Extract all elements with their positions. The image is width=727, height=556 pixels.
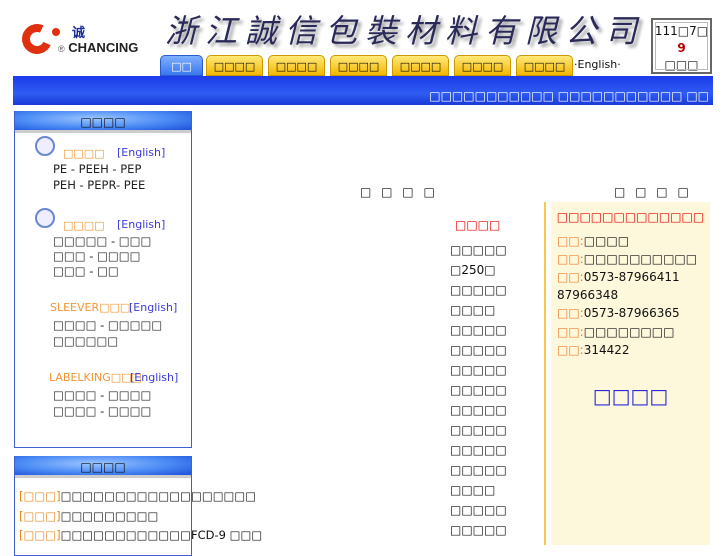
- center-list-item: □□□□□: [450, 363, 507, 377]
- contact-row: □□:0573-87966365: [557, 306, 680, 320]
- contact-row: □□:314422: [557, 343, 630, 357]
- contact-value: 0573-87966411: [583, 270, 680, 284]
- center-list-item: □□□□□: [450, 403, 507, 417]
- product-icon: [35, 208, 55, 228]
- news-item[interactable]: [□□□]□□□□□□□□□□□□FCD-9 □□□: [19, 528, 262, 542]
- tab-1[interactable]: □□□□: [206, 55, 263, 76]
- contact-row: □□:□□□□□□□□: [557, 325, 674, 339]
- center-list-item: □□□□: [450, 303, 496, 317]
- contact-link[interactable]: □□□□: [551, 384, 710, 408]
- center-list-item: □□□□□: [450, 503, 507, 517]
- product-group-title[interactable]: LABELKING□□□: [49, 371, 142, 384]
- center-list-item: □□□□□: [450, 463, 507, 477]
- product-icon: [35, 136, 55, 156]
- date-day: 9: [677, 41, 686, 55]
- logo-mark-icon: [17, 19, 57, 59]
- product-line[interactable]: □□□□□□: [53, 334, 118, 348]
- contact-label: □□:: [557, 234, 584, 248]
- contact-value: □□□□: [583, 234, 630, 248]
- contact-row: □□:□□□□: [557, 234, 629, 248]
- tab-2[interactable]: □□□□: [268, 55, 325, 76]
- contact-label: □□:: [557, 306, 584, 320]
- product-group-title[interactable]: □□□□: [63, 219, 105, 232]
- contact-label: □□:: [557, 325, 584, 339]
- center-title: □□□□: [455, 218, 501, 232]
- english-link[interactable]: [English]: [129, 301, 177, 314]
- date-month: 111□7□: [654, 24, 709, 38]
- tab-home[interactable]: □□: [160, 55, 203, 76]
- english-link[interactable]: [English]: [117, 218, 165, 231]
- product-line[interactable]: □□□□□ - □□□: [53, 234, 151, 248]
- contact-value: □□□□□□□□□□: [583, 252, 698, 266]
- product-line[interactable]: □□□□ - □□□□: [53, 404, 151, 418]
- center-list-item: □□□□: [450, 483, 496, 497]
- contact-row: □□:□□□□□□□□□□: [557, 252, 697, 266]
- center-list-item: □□□□□: [450, 283, 507, 297]
- tab-6[interactable]: □□□□: [516, 55, 573, 76]
- center-list-item: □□□□□: [450, 383, 507, 397]
- logo-dot-icon: [52, 28, 60, 36]
- product-line[interactable]: □□□ - □□□□: [53, 249, 141, 263]
- product-line[interactable]: □□□ - □□: [53, 264, 119, 278]
- contact-value: □□□□□□□□: [583, 325, 675, 339]
- product-line[interactable]: □□□□ - □□□□: [53, 388, 151, 402]
- tab-3[interactable]: □□□□: [330, 55, 387, 76]
- contact-label: □□:: [557, 343, 584, 357]
- header-bar: □□□□□□□□□□□ □□□□□□□□□□□ □□: [13, 76, 713, 105]
- contact-panel: □□□□□□□□□□□□□ □□:□□□□ □□:□□□□□□□□□□ □□:057…: [551, 202, 710, 545]
- product-line[interactable]: □□□□ - □□□□□: [53, 318, 162, 332]
- logo-cn: 诚: [72, 26, 86, 41]
- center-list-item: □□□□□: [450, 323, 507, 337]
- product-line[interactable]: PEH - PEPR- PEE: [53, 178, 145, 192]
- english-link[interactable]: [English]: [117, 146, 165, 159]
- center-header: □ □ □ □: [360, 185, 438, 199]
- company-logo[interactable]: 诚 ® CHANCING: [17, 19, 152, 59]
- company-name-banner: 浙江誠信包裝材料有限公司: [165, 12, 646, 50]
- product-line[interactable]: PE - PEEH - PEP: [53, 162, 141, 176]
- news-item[interactable]: [□□□]□□□□□□□□□: [19, 509, 158, 523]
- tab-5[interactable]: □□□□: [454, 55, 511, 76]
- tab-4[interactable]: □□□□: [392, 55, 449, 76]
- center-list-item: □□□□□: [450, 423, 507, 437]
- product-group-title[interactable]: SLEEVER□□□: [50, 301, 130, 314]
- contact-row: 87966348: [557, 288, 618, 302]
- news-item[interactable]: [□□□]□□□□□□□□□□□□□□□□□□: [19, 489, 256, 503]
- contact-value: 314422: [583, 343, 630, 357]
- center-list-item: □□□□□: [450, 443, 507, 457]
- product-group-title[interactable]: □□□□: [63, 147, 105, 160]
- contact-title: □□□□□□□□□□□□□: [556, 210, 705, 224]
- contact-value: 87966348: [557, 288, 619, 302]
- center-list-item: □□□□□: [450, 523, 507, 537]
- contact-label: □□:: [557, 270, 584, 284]
- contact-label: □□:: [557, 252, 584, 266]
- contact-row: □□:0573-87966411: [557, 270, 680, 284]
- marquee-text: □□□□□□□□□□□ □□□□□□□□□□□ □□: [429, 89, 709, 103]
- center-list-item: □□□□□: [450, 243, 507, 257]
- center-list-item: □□□□□: [450, 343, 507, 357]
- contact-value: 0573-87966365: [583, 306, 680, 320]
- products-panel: □□□□ □□□□ [English] PE - PEEH - PEP PEH …: [14, 111, 192, 448]
- date-weekday: □□□: [664, 58, 699, 72]
- center-list-item: □250□: [450, 263, 496, 277]
- divider: [544, 202, 546, 545]
- contact-header: □ □ □ □: [614, 185, 692, 199]
- english-link[interactable]: [English]: [130, 371, 178, 384]
- logo-en: ® CHANCING: [58, 40, 139, 55]
- english-link[interactable]: ·English·: [574, 58, 621, 71]
- news-panel: □□□□ [□□□]□□□□□□□□□□□□□□□□□□ [□□□]□□□□□□…: [14, 456, 262, 556]
- date-box: 111□7□ 9 □□□: [651, 18, 712, 74]
- news-header: □□□□: [15, 456, 191, 478]
- products-header: □□□□: [15, 111, 191, 133]
